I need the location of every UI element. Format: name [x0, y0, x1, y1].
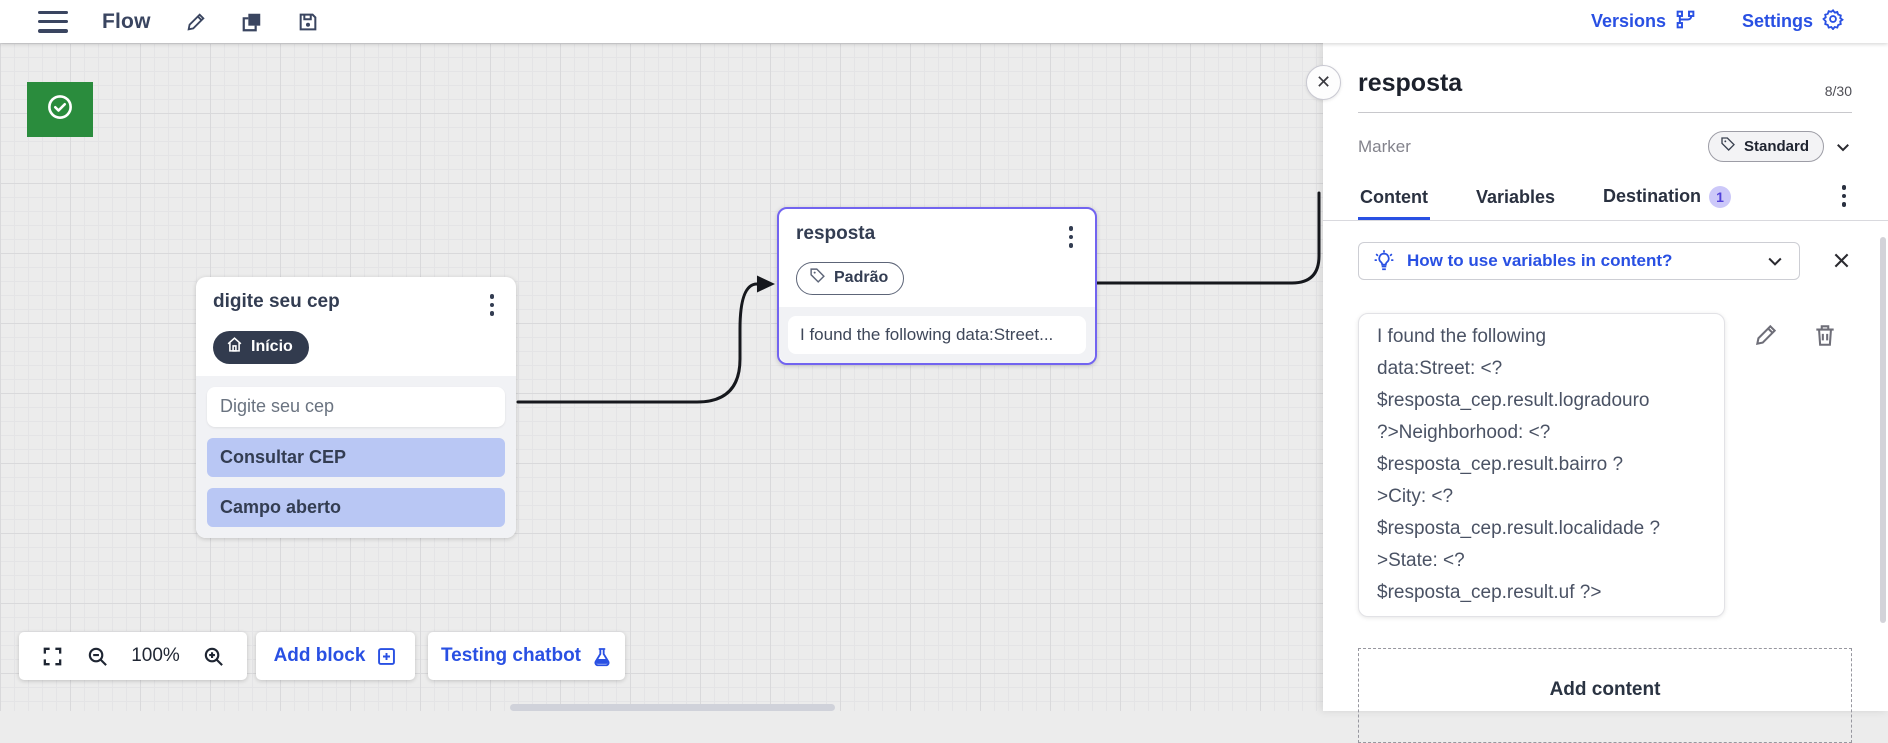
zoom-out-icon[interactable] [86, 645, 109, 668]
zoom-in-icon[interactable] [202, 645, 225, 668]
flow-start-marker[interactable] [27, 82, 93, 137]
home-icon [226, 336, 243, 358]
tag-icon [809, 267, 826, 289]
chevron-down-icon[interactable] [1765, 251, 1785, 271]
marker-select[interactable]: Standard [1707, 131, 1824, 162]
panel-close-button[interactable]: ✕ [1306, 65, 1341, 100]
content-line: >State: <? [1377, 549, 1465, 571]
versions-button[interactable]: Versions [1591, 9, 1696, 35]
copy-icon[interactable] [241, 11, 263, 33]
zoom-level: 100% [131, 645, 180, 666]
tab-label: Variables [1475, 186, 1556, 207]
add-block-label: Add block [273, 645, 366, 666]
content-line: ?>Neighborhood: <? [1377, 421, 1551, 443]
top-bar: Flow Versions Settings [0, 0, 1888, 43]
flask-icon [592, 646, 612, 667]
tag-icon [1720, 136, 1736, 156]
tab-content[interactable]: Content [1358, 187, 1430, 220]
node-title: digite seu cep [213, 291, 340, 312]
git-branch-icon [1675, 9, 1696, 35]
tab-label: Content [1360, 186, 1428, 207]
destination-count-badge: 1 [1709, 185, 1732, 208]
marker-badge-label: Padrão [834, 268, 889, 286]
zoom-toolbar: 100% [19, 632, 247, 680]
content-line: $resposta_cep.result.localidade ? [1377, 517, 1661, 539]
start-badge-label: Início [251, 337, 293, 355]
tab-label: Destination [1603, 186, 1702, 206]
marker-value: Standard [1743, 137, 1809, 155]
content-line: $resposta_cep.result.uf ?> [1377, 581, 1602, 603]
content-line: I found the following [1377, 325, 1547, 347]
marker-badge: Padrão [796, 261, 905, 295]
banner-close-icon[interactable] [1831, 250, 1852, 271]
menu-icon[interactable] [38, 10, 68, 33]
delete-content-icon[interactable] [1812, 322, 1838, 617]
add-content-label: Add content [1549, 678, 1661, 700]
node-text-input[interactable]: Digite seu cep [207, 386, 505, 427]
help-banner-link[interactable]: How to use variables in content? [1407, 251, 1672, 271]
chevron-down-icon[interactable] [1834, 138, 1852, 156]
add-content-button[interactable]: Add content [1358, 647, 1852, 743]
content-line: $resposta_cep.result.logradouro [1377, 389, 1650, 411]
content-line: >City: <? [1377, 485, 1454, 507]
save-icon[interactable] [297, 11, 319, 33]
settings-button[interactable]: Settings [1742, 8, 1844, 35]
node-resposta[interactable]: resposta Padrão I found the following da… [777, 207, 1097, 365]
versions-label: Versions [1590, 11, 1666, 31]
help-banner[interactable]: How to use variables in content? [1358, 241, 1800, 280]
flow-canvas[interactable]: digite seu cep Início Digite seu cep Con… [0, 43, 1323, 711]
edit-pencil-icon[interactable] [185, 11, 207, 33]
node-menu-icon[interactable] [1063, 223, 1080, 251]
block-settings-panel: ✕ resposta 8/30 Marker Standard Content … [1306, 43, 1888, 743]
page-title: Flow [102, 9, 151, 33]
node-title: resposta [796, 223, 876, 244]
check-circle-icon [45, 92, 75, 127]
char-counter: 8/30 [1824, 83, 1852, 99]
node-digite-seu-cep[interactable]: digite seu cep Início Digite seu cep Con… [196, 277, 516, 538]
gear-icon [1822, 8, 1844, 35]
edge-arrowhead [757, 275, 775, 293]
option-button-consultar-cep[interactable]: Consultar CEP [207, 437, 505, 477]
content-line: data:Street: <? [1377, 357, 1503, 379]
node-menu-icon[interactable] [484, 291, 501, 319]
testing-chatbot-button[interactable]: Testing chatbot [428, 632, 625, 680]
plus-square-icon [376, 646, 397, 667]
content-preview[interactable]: I found the following data:Street... [788, 315, 1086, 354]
settings-label: Settings [1741, 11, 1813, 31]
tab-destination[interactable]: Destination 1 [1601, 185, 1733, 220]
fullscreen-icon[interactable] [41, 645, 64, 668]
panel-menu-icon[interactable] [1836, 182, 1853, 210]
vertical-scrollbar[interactable] [1880, 237, 1886, 623]
horizontal-scrollbar[interactable] [510, 704, 835, 711]
marker-label: Marker [1358, 136, 1411, 156]
block-name-input[interactable]: resposta [1358, 69, 1852, 98]
lightbulb-icon [1373, 249, 1395, 272]
content-card[interactable]: I found the following data:Street: <? $r… [1358, 312, 1725, 617]
add-block-button[interactable]: Add block [256, 632, 415, 680]
option-button-campo-aberto[interactable]: Campo aberto [207, 487, 505, 527]
content-line: $resposta_cep.result.bairro ? [1377, 453, 1624, 475]
edit-content-icon[interactable] [1753, 322, 1779, 617]
start-badge: Início [213, 330, 309, 364]
testing-chatbot-label: Testing chatbot [440, 645, 582, 666]
tab-variables[interactable]: Variables [1474, 187, 1557, 220]
